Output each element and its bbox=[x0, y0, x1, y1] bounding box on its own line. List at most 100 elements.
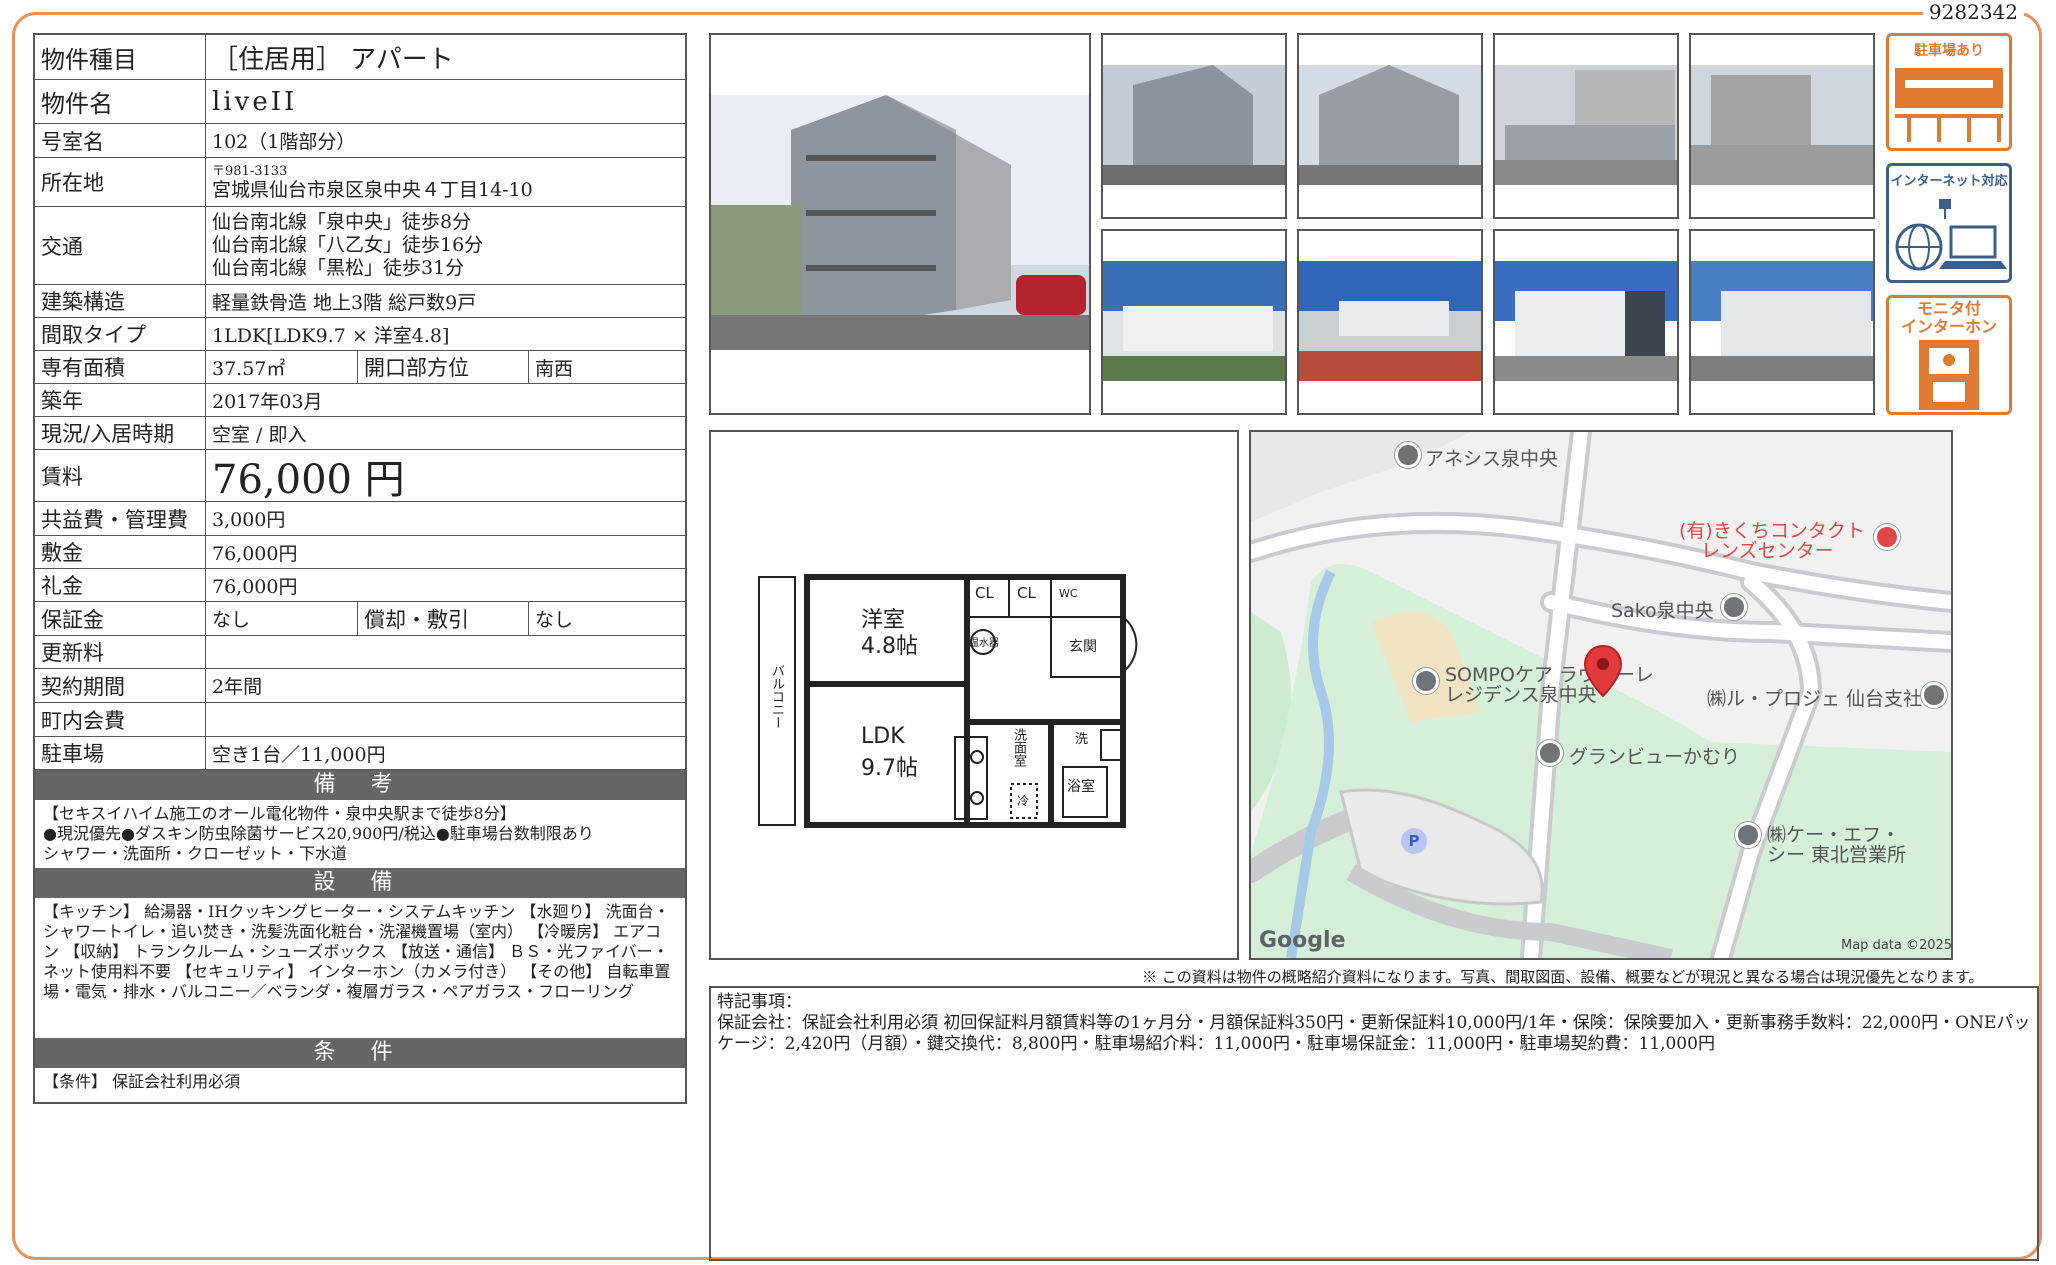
parking-icon bbox=[1895, 68, 2003, 142]
room-label: 号室名 bbox=[35, 124, 206, 157]
address-value: 〒981-3133 宮城県仙台市泉区泉中央４丁目14-10 bbox=[206, 158, 685, 206]
row-built: 築年 2017年03月 bbox=[35, 384, 685, 417]
map-label: レンズセンター bbox=[1701, 540, 1834, 562]
remarks-line: シャワー・洗面所・クローゼット・下水道 bbox=[43, 844, 348, 863]
floor-plan: 洋室 4.8帖 LDK 9.7帖 CL CL WC 温水器 玄関 洗面室 洗 浴… bbox=[709, 430, 1239, 960]
washer-label: 洗 bbox=[1075, 732, 1089, 747]
zip-code: 〒981-3133 bbox=[212, 163, 288, 179]
ldk-label: LDK bbox=[861, 724, 905, 749]
room-value: 102（1階部分） bbox=[212, 131, 356, 153]
remarks-body: 【セキスイハイム施工のオール電化物件・泉中央駅まで徒歩8分】 ●現況優先●ダスキ… bbox=[35, 800, 685, 868]
location-map: アネシス泉中央 (有)きくちコンタクト レンズセンター Sako泉中央 SOMP… bbox=[1249, 430, 1953, 960]
floor-plan-drawing bbox=[758, 574, 1138, 828]
google-logo: Google bbox=[1259, 928, 1346, 953]
thumbnail-photo bbox=[1493, 33, 1679, 219]
remarks-header: 備 考 bbox=[35, 770, 685, 800]
access-value: 仙台南北線「泉中央」徒歩8分 仙台南北線「八乙女」徒歩16分 仙台南北線「黒松」… bbox=[206, 207, 685, 284]
monitor-badge-label-1: モニタ付 bbox=[1916, 299, 1981, 318]
washroom-label: 洗面室 bbox=[1011, 728, 1026, 767]
thumbnail-photo bbox=[1689, 229, 1875, 415]
map-pin-icon bbox=[1721, 594, 1747, 620]
area-label: 専有面積 bbox=[35, 351, 206, 383]
key-money-value: 76,000円 bbox=[212, 575, 298, 598]
status-value: 空室 / 即入 bbox=[212, 423, 307, 446]
address-text: 宮城県仙台市泉区泉中央４丁目14-10 bbox=[212, 178, 533, 201]
entrance-label: 玄関 bbox=[1069, 639, 1097, 655]
special-notes: 特記事項： 保証会社：保証会社利用必須 初回保証料月額賃料等の1ヶ月分・月額保証… bbox=[709, 986, 2039, 1261]
map-label: シー 東北営業所 bbox=[1767, 844, 1907, 866]
facing-value: 南西 bbox=[535, 357, 574, 380]
row-key-money: 礼金 76,000円 bbox=[35, 569, 685, 602]
map-label: アネシス泉中央 bbox=[1425, 448, 1559, 470]
rent-value: 76,000 円 bbox=[212, 456, 405, 503]
deposit-value: 76,000円 bbox=[212, 542, 298, 565]
map-pin-icon bbox=[1537, 740, 1563, 766]
map-copyright: Map data ©2025 bbox=[1841, 938, 1953, 953]
name-label: 物件名 bbox=[35, 80, 206, 123]
address-label: 所在地 bbox=[35, 158, 206, 206]
internet-icon bbox=[1895, 199, 2007, 271]
row-structure: 建築構造 軽量鉄骨造 地上3階 総戸数9戸 bbox=[35, 285, 685, 318]
wc-label: WC bbox=[1059, 587, 1078, 600]
layout-label: 間取タイプ bbox=[35, 318, 206, 350]
row-area: 専有面積 37.57㎡ 開口部方位 南西 bbox=[35, 351, 685, 384]
guarantee-label: 保証金 bbox=[35, 602, 206, 635]
row-fee: 共益費・管理費 3,000円 bbox=[35, 502, 685, 536]
council-label: 町内会費 bbox=[35, 703, 206, 736]
row-rent: 賃料 76,000 円 bbox=[35, 450, 685, 503]
guarantee-value: なし bbox=[206, 602, 358, 635]
thumbnail-photo bbox=[1101, 229, 1287, 415]
room1-size: 4.8帖 bbox=[861, 634, 918, 659]
monitor-badge-label-2: インターホン bbox=[1900, 317, 1997, 336]
conditions-body: 【条件】 保証会社利用必須 bbox=[43, 1072, 241, 1091]
parking-label: 駐車場 bbox=[35, 737, 206, 769]
parking-marker-icon: P bbox=[1401, 828, 1427, 854]
remarks-line: ●現況優先●ダスキン防虫除菌サービス20,900円/税込●駐車場台数制限あり bbox=[43, 824, 594, 843]
facing-label: 開口部方位 bbox=[358, 351, 529, 383]
boiler-label: 温水器 bbox=[969, 638, 999, 649]
layout-value: 1LDK[LDK9.7 × 洋室4.8] bbox=[212, 324, 450, 347]
structure-value: 軽量鉄骨造 地上3階 総戸数9戸 bbox=[212, 291, 477, 314]
area-value: 37.57㎡ bbox=[206, 351, 358, 383]
access-line: 仙台南北線「八乙女」徒歩16分 bbox=[212, 234, 484, 256]
amortization-label: 償却・敷引 bbox=[358, 602, 529, 635]
term-label: 契約期間 bbox=[35, 669, 206, 702]
equipment-header: 設 備 bbox=[35, 868, 685, 898]
remarks-line: 【セキスイハイム施工のオール電化物件・泉中央駅まで徒歩8分】 bbox=[43, 804, 516, 823]
conditions-header: 条 件 bbox=[35, 1038, 685, 1068]
map-label: Sako泉中央 bbox=[1611, 600, 1714, 622]
row-term: 契約期間 2年間 bbox=[35, 669, 685, 703]
fee-label: 共益費・管理費 bbox=[35, 502, 206, 535]
equipment-body: 【キッチン】 給湯器・IHクッキングヒーター・システムキッチン 【水廻り】 洗面… bbox=[43, 902, 671, 1001]
row-parking: 駐車場 空き1台／11,000円 bbox=[35, 737, 685, 770]
amortization-value: なし bbox=[535, 609, 574, 631]
type-value: ［住居用］ アパート bbox=[212, 44, 454, 75]
document-id: 9282342 bbox=[1922, 0, 2024, 24]
location-marker-icon bbox=[1583, 644, 1623, 698]
map-label: レジデンス泉中央 bbox=[1445, 684, 1597, 706]
internet-badge-label: インターネット対応 bbox=[1890, 174, 2008, 189]
deposit-label: 敷金 bbox=[35, 536, 206, 568]
structure-label: 建築構造 bbox=[35, 285, 206, 317]
thumbnail-photo bbox=[1101, 33, 1287, 219]
thumbnail-photo bbox=[1297, 229, 1483, 415]
row-council: 町内会費 bbox=[35, 703, 685, 737]
map-pin-icon bbox=[1735, 822, 1761, 848]
map-pin-icon bbox=[1413, 668, 1439, 694]
map-label: ㈱ル・プロジェ 仙台支社 bbox=[1707, 688, 1923, 710]
ldk-size: 9.7帖 bbox=[861, 756, 918, 781]
row-status: 現況/入居時期 空室 / 即入 bbox=[35, 417, 685, 450]
row-deposit: 敷金 76,000円 bbox=[35, 536, 685, 569]
renewal-value bbox=[206, 636, 685, 668]
type-label: 物件種目 bbox=[35, 35, 206, 79]
intercom-icon bbox=[1919, 340, 1979, 410]
monitor-intercom-badge: モニタ付 インターホン bbox=[1886, 295, 2012, 415]
row-guarantee: 保証金 なし 償却・敷引 なし bbox=[35, 602, 685, 636]
built-value: 2017年03月 bbox=[212, 390, 323, 413]
row-access: 交通 仙台南北線「泉中央」徒歩8分 仙台南北線「八乙女」徒歩16分 仙台南北線「… bbox=[35, 207, 685, 285]
thumbnail-photo bbox=[1297, 33, 1483, 219]
access-line: 仙台南北線「泉中央」徒歩8分 bbox=[212, 211, 472, 233]
built-label: 築年 bbox=[35, 384, 206, 416]
map-pin-icon bbox=[1921, 682, 1947, 708]
row-renewal: 更新料 bbox=[35, 636, 685, 669]
